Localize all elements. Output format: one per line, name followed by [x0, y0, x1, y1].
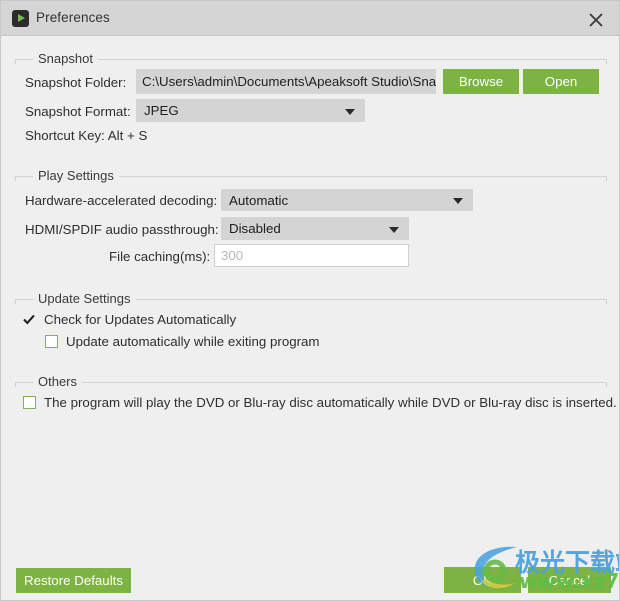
group-update-settings-legend: Update Settings: [33, 291, 136, 306]
hw-decoding-value: Automatic: [229, 193, 288, 208]
update-on-exit-row[interactable]: Update automatically while exiting progr…: [45, 334, 320, 349]
audio-passthrough-label: HDMI/SPDIF audio passthrough:: [25, 222, 219, 237]
snapshot-format-select[interactable]: JPEG: [136, 99, 365, 122]
title-bar: Preferences: [1, 1, 620, 36]
update-on-exit-label: Update automatically while exiting progr…: [66, 334, 320, 349]
snapshot-folder-input[interactable]: C:\Users\admin\Documents\Apeaksoft Studi…: [136, 69, 436, 94]
chevron-down-icon: [453, 198, 463, 204]
snapshot-format-value: JPEG: [144, 103, 179, 118]
page-title: Preferences: [36, 10, 110, 25]
open-button[interactable]: Open: [523, 69, 599, 94]
snapshot-folder-value: C:\Users\admin\Documents\Apeaksoft Studi…: [142, 74, 436, 89]
autoplay-disc-label: The program will play the DVD or Blu-ray…: [44, 395, 617, 410]
group-snapshot-legend: Snapshot: [33, 51, 98, 66]
restore-defaults-button[interactable]: Restore Defaults: [16, 568, 131, 593]
shortcut-key-label: Shortcut Key: Alt + S: [25, 128, 147, 143]
snapshot-folder-label: Snapshot Folder:: [25, 75, 126, 90]
group-others-legend: Others: [33, 374, 82, 389]
file-caching-placeholder: 300: [221, 248, 243, 263]
cancel-button[interactable]: Cancel: [528, 567, 611, 593]
chevron-down-icon: [345, 109, 355, 115]
close-icon[interactable]: [579, 7, 613, 31]
audio-passthrough-select[interactable]: Disabled: [221, 217, 409, 240]
update-on-exit-checkbox[interactable]: [45, 335, 58, 348]
browse-button[interactable]: Browse: [443, 69, 519, 94]
audio-passthrough-value: Disabled: [229, 221, 281, 236]
check-updates-row[interactable]: Check for Updates Automatically: [23, 312, 236, 327]
autoplay-disc-checkbox[interactable]: [23, 396, 36, 409]
play-app-icon: [12, 10, 29, 27]
file-caching-label: File caching(ms):: [109, 249, 210, 264]
hw-decoding-label: Hardware-accelerated decoding:: [25, 193, 217, 208]
check-updates-label: Check for Updates Automatically: [44, 312, 236, 327]
file-caching-input[interactable]: 300: [214, 244, 409, 267]
chevron-down-icon: [389, 227, 399, 233]
hw-decoding-select[interactable]: Automatic: [221, 189, 473, 211]
check-updates-checkbox[interactable]: [23, 313, 36, 326]
group-play-settings-legend: Play Settings: [33, 168, 119, 183]
ok-button[interactable]: OK: [444, 567, 521, 593]
preferences-dialog: Preferences Snapshot Snapshot Folder: C:…: [0, 0, 620, 601]
snapshot-format-label: Snapshot Format:: [25, 104, 131, 119]
autoplay-disc-row[interactable]: The program will play the DVD or Blu-ray…: [23, 395, 617, 410]
